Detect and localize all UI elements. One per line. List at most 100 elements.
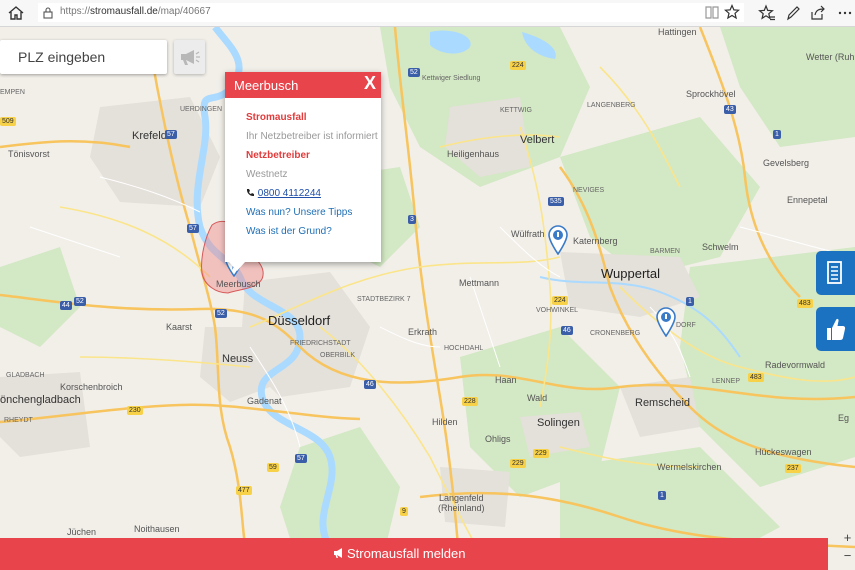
map-label-hilden: Hilden <box>432 417 458 427</box>
road-shield: 535 <box>548 197 564 206</box>
road-shield: 9 <box>400 507 408 516</box>
map-label-remscheid: Remscheid <box>635 397 691 409</box>
more-icon[interactable] <box>836 4 854 22</box>
map-label-monchengladbach: önchengladbach <box>0 394 81 406</box>
map-label-wuppertal: Wuppertal <box>601 266 661 281</box>
road-shield: 46 <box>364 380 376 389</box>
map-label-kempen: EMPEN <box>0 89 25 96</box>
map-label-rheydt: RHEYDT <box>4 417 33 424</box>
map-label-meerbusch: Meerbusch <box>216 279 261 289</box>
address-bar[interactable]: https://stromausfall.de/map/40667 <box>38 3 744 22</box>
thumbs-up-button[interactable] <box>816 307 855 351</box>
map-label-stadtbezirk7: STADTBEZIRK 7 <box>357 296 411 303</box>
phone-link[interactable]: 0800 4112244 <box>258 188 321 199</box>
popup-close-button[interactable]: X <box>364 73 376 94</box>
road-shield: 46 <box>561 326 573 335</box>
map-label-wald: Wald <box>527 393 548 403</box>
road-shield: 230 <box>127 406 143 415</box>
map-label-dusseldorf: Düsseldorf <box>268 313 331 328</box>
road-shield: 509 <box>0 117 16 126</box>
map-label-neviges: NEVIGES <box>573 187 605 194</box>
map-label-uerdingen: UERDINGEN <box>180 106 223 113</box>
map-label-langenfeld: Langenfeld (Rheinland) <box>438 493 485 513</box>
map-label-velbert: Velbert <box>520 134 555 146</box>
map-label-solingen: Solingen <box>537 417 580 429</box>
report-outage-label: Stromausfall melden <box>347 546 466 561</box>
map-label-kettwiger-siedlung: Kettwiger Siedlung <box>422 75 481 82</box>
road-shield: 483 <box>797 299 813 308</box>
popup-section-operator: Netzbetreiber <box>246 150 310 161</box>
road-shield: 224 <box>552 296 568 305</box>
road-shield: 52 <box>74 297 86 306</box>
road-shield: 57 <box>187 224 199 233</box>
report-outage-bar[interactable]: Stromausfall melden <box>0 538 828 570</box>
road-shield: 1 <box>773 130 781 139</box>
road-shield: 52 <box>215 309 227 318</box>
megaphone-icon <box>334 548 342 558</box>
map-label-hochdahl: HOCHDAHL <box>444 345 484 352</box>
map-canvas[interactable]: Krefeld Tönisvorst Meerbusch Kaarst Neus… <box>0 27 855 570</box>
browser-toolbar: https://stromausfall.de/map/40667 <box>0 0 855 27</box>
road-shield: 52 <box>408 68 420 77</box>
zoom-out-button[interactable]: − <box>840 548 855 563</box>
tips-link[interactable]: Was nun? Unsere Tipps <box>246 203 381 222</box>
url-domain: stromausfall.de <box>90 6 158 17</box>
road-shield: 229 <box>533 449 549 458</box>
report-outage-button[interactable]: Stromausfall melden <box>333 546 466 561</box>
road-shield: 1 <box>658 491 666 500</box>
road-shield: 43 <box>724 105 736 114</box>
map-label-gladbach: GLADBACH <box>6 372 45 379</box>
road-shield: 57 <box>165 130 177 139</box>
map-label-gevelsberg: Gevelsberg <box>763 158 810 168</box>
favorites-icon[interactable] <box>758 4 776 22</box>
outage-marker-wulfrath[interactable] <box>548 225 568 255</box>
road-shield: 224 <box>510 61 526 70</box>
map-label-kettwig: KETTWIG <box>500 107 532 114</box>
plz-search-box[interactable] <box>0 40 168 74</box>
info-list-button[interactable] <box>816 251 855 295</box>
outage-popup: Meerbusch X Stromausfall Ihr Netzbetreib… <box>225 72 381 271</box>
lock-icon <box>43 7 53 19</box>
map-label-vohwinkel: VOHWINKEL <box>536 307 579 314</box>
url-scheme: https:// <box>60 6 91 17</box>
favorite-star-icon[interactable] <box>724 4 740 20</box>
reason-link[interactable]: Was ist der Grund? <box>246 222 381 241</box>
outage-marker-wuppertal[interactable] <box>656 307 676 337</box>
url-path: /map/40667 <box>157 6 211 17</box>
zoom-in-button[interactable]: + <box>840 530 855 545</box>
map-label-korschenbroich: Korschenbroich <box>60 382 123 392</box>
map-label-krefeld: Krefeld <box>132 130 167 142</box>
map-label-ohligs: Ohligs <box>485 434 511 444</box>
address-url[interactable]: https://stromausfall.de/map/40667 <box>60 6 211 17</box>
map-label-schwelm: Schwelm <box>702 242 739 252</box>
home-icon[interactable] <box>7 4 25 22</box>
popup-outage-text: Ihr Netzbetreiber ist informiert <box>246 131 378 142</box>
map-label-barmen: BARMEN <box>650 248 680 255</box>
road-shield: 57 <box>295 454 307 463</box>
plz-input[interactable] <box>0 40 168 74</box>
road-shield: 59 <box>267 463 279 472</box>
megaphone-icon <box>181 50 200 65</box>
share-icon[interactable] <box>809 4 827 22</box>
map-label-dorf: DORF <box>676 322 696 329</box>
road-shield: 3 <box>408 215 416 224</box>
map-label-neuss: Neuss <box>222 353 254 365</box>
map-label-friedrichstadt: FRIEDRICHSTADT <box>290 340 351 347</box>
map-label-juchen: Jüchen <box>67 527 97 537</box>
map-label-ennepetal: Ennepetal <box>787 195 828 205</box>
road-shield: 229 <box>510 459 526 468</box>
map-label-langenberg: LANGENBERG <box>587 102 636 109</box>
road-shield: 1 <box>686 297 694 306</box>
map-label-huckeswagen: Hückeswagen <box>755 447 812 457</box>
megaphone-button[interactable] <box>174 40 205 74</box>
popup-operator-name: Westnetz <box>246 169 288 180</box>
map-label-oberbilk: OBERBILK <box>320 352 356 359</box>
reading-view-icon[interactable] <box>704 5 720 20</box>
map-label-hattingen: Hattingen <box>658 27 697 37</box>
map-label-tonisvorst: Tönisvorst <box>8 149 50 159</box>
road-shield: 237 <box>785 464 801 473</box>
pen-icon[interactable] <box>784 4 802 22</box>
road-shield: 228 <box>462 397 478 406</box>
popup-title: Meerbusch <box>234 78 299 93</box>
phone-icon <box>246 189 254 197</box>
